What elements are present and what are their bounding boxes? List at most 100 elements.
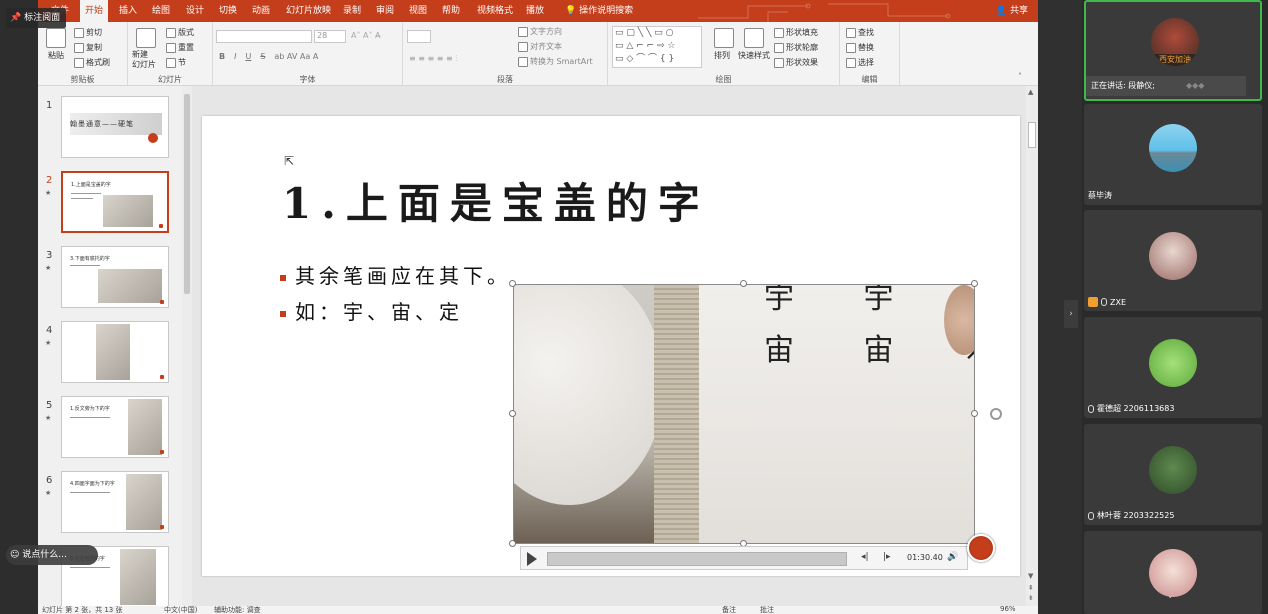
tab-help[interactable]: 帮助 xyxy=(437,0,465,22)
tell-me-search[interactable]: 💡 操作说明搜索 xyxy=(560,0,638,22)
reset-button[interactable]: 重置 xyxy=(166,42,194,53)
shapes-gallery[interactable]: ▭ ▢ ╲ ╲ ▭ ○ ▭ △ ⌐ ⌐ ⇨ ☆ ▭ ◇ ⌒ ⌒ { } xyxy=(612,26,702,68)
slide-title[interactable]: 1.上面是宝盖的字 xyxy=(282,170,710,231)
replace-button[interactable]: 替换 xyxy=(846,42,874,53)
layout-button[interactable]: 版式 xyxy=(166,27,194,38)
slide-thumbnail[interactable]: 3.下面有底托的字 xyxy=(61,246,169,308)
font-size-dropdown[interactable]: 28 xyxy=(314,30,346,43)
new-slide-button[interactable]: 新建 幻灯片 xyxy=(132,50,156,70)
bullets-dropdown[interactable] xyxy=(407,30,431,43)
thumbnail-row-5[interactable]: 5 ★ 1.反文旁为下的字 xyxy=(38,396,184,462)
arrange-icon[interactable] xyxy=(714,28,734,48)
participant-tile[interactable]: ZXE xyxy=(1084,210,1262,311)
thumbnail-row-3[interactable]: 3 ★ 3.下面有底托的字 xyxy=(38,246,184,312)
thumbnail-row-6[interactable]: 6 ★ 4.四面字面为下的字 xyxy=(38,471,184,537)
tab-playback[interactable]: 播放 xyxy=(521,0,549,22)
comments-button[interactable]: 批注 xyxy=(760,605,774,614)
participant-tile[interactable]: 蔡毕涛 xyxy=(1084,104,1262,205)
collapse-panel-icon[interactable]: › xyxy=(1064,300,1078,328)
prev-slide-icon[interactable]: ⇞ xyxy=(1028,584,1034,592)
thumbnail-row-4[interactable]: 4 ★ xyxy=(38,321,184,387)
arrange-button[interactable]: 排列 xyxy=(714,50,730,61)
step-back-icon[interactable]: ◂| xyxy=(861,552,869,562)
cut-button[interactable]: 剪切 xyxy=(74,27,102,38)
tab-review[interactable]: 审阅 xyxy=(371,0,399,22)
format-painter-button[interactable]: 格式刷 xyxy=(74,57,110,68)
tab-video-format[interactable]: 视频格式 xyxy=(472,0,518,22)
collapse-ribbon-button[interactable]: ˄ xyxy=(1018,72,1022,81)
participant-tile[interactable]: 林叶蓉 2203322525 xyxy=(1084,424,1262,525)
participant-tile[interactable] xyxy=(1084,531,1262,614)
slide-thumbnail[interactable]: 翰墨通意——硬笔 xyxy=(61,96,169,158)
slide-canvas[interactable]: ⇱ 1.上面是宝盖的字 其余笔画应在其下。 如：宇、宙、定 宇 宇 × 宙 宙 … xyxy=(202,116,1020,576)
align-text-button[interactable]: 对齐文本 xyxy=(518,41,562,52)
scroll-up-icon[interactable]: ▲ xyxy=(1028,88,1033,96)
video-frame[interactable]: 宇 宇 × 宙 宙 × xyxy=(513,284,975,544)
text-direction-button[interactable]: 文字方向 xyxy=(518,26,562,37)
thumbnail-scrollbar[interactable] xyxy=(182,86,192,606)
scrollbar-thumb[interactable] xyxy=(1028,122,1036,148)
shape-fill-button[interactable]: 形状填充 xyxy=(774,27,818,38)
tab-transitions[interactable]: 切换 xyxy=(214,0,242,22)
language[interactable]: 中文(中国) xyxy=(164,605,197,614)
slide-thumbnail[interactable]: 1.反文旁为下的字 xyxy=(61,396,169,458)
section-button[interactable]: 节 xyxy=(166,57,186,68)
slide-thumbnail-selected[interactable]: 1.上面是宝盖的字 xyxy=(61,171,169,233)
slide-thumbnail[interactable]: 4.四面字面为下的字 xyxy=(61,471,169,533)
thumbnail-row-1[interactable]: 1 翰墨通意——硬笔 xyxy=(38,96,184,162)
tab-record[interactable]: 录制 xyxy=(338,0,366,22)
tab-insert[interactable]: 插入 xyxy=(114,0,142,22)
resize-handle-t[interactable] xyxy=(740,280,747,287)
quick-styles-icon[interactable] xyxy=(744,28,764,48)
notes-button[interactable]: 备注 xyxy=(722,605,736,614)
participant-tile[interactable]: 西安加油 正在讲话: 段静仪; ◆◆◆ xyxy=(1084,0,1262,101)
chat-input-overlay[interactable]: ☺ 说点什么... xyxy=(6,545,98,565)
scrollbar-thumb[interactable] xyxy=(184,94,190,294)
new-slide-icon[interactable] xyxy=(136,28,156,48)
accessibility[interactable]: 辅助功能: 调查 xyxy=(214,605,261,614)
select-button[interactable]: 选择 xyxy=(846,57,874,68)
smartart-button[interactable]: 转换为 SmartArt xyxy=(518,56,593,67)
record-dot-icon xyxy=(159,224,163,228)
editor-scrollbar[interactable]: ▲ ▼ ⇞ ⇟ xyxy=(1026,86,1038,606)
tab-draw[interactable]: 绘图 xyxy=(147,0,175,22)
tab-home[interactable]: 开始 xyxy=(80,0,109,22)
grow-font-button[interactable]: A˄ A˅ A̶ xyxy=(351,31,381,40)
tab-animations[interactable]: 动画 xyxy=(247,0,275,22)
quick-styles-button[interactable]: 快速样式 xyxy=(738,50,770,61)
paste-button[interactable]: 粘贴 xyxy=(48,50,64,61)
video-progress-bar[interactable] xyxy=(547,552,847,566)
bullet-2[interactable]: 如：宇、宙、定 xyxy=(280,296,463,325)
font-style-buttons[interactable]: B I U Sab AV Aa A xyxy=(219,52,318,61)
alignment-buttons[interactable]: ≡ ≡ ≡ ≡ ≡ ⫶ xyxy=(409,54,457,64)
resize-handle-tr[interactable] xyxy=(971,280,978,287)
scroll-down-icon[interactable]: ▼ xyxy=(1028,572,1033,580)
shape-effects-button[interactable]: 形状效果 xyxy=(774,57,818,68)
zoom-level[interactable]: 96% xyxy=(1000,605,1016,613)
slide-thumbnail[interactable] xyxy=(61,321,169,383)
resize-handle-r[interactable] xyxy=(971,410,978,417)
next-slide-icon[interactable]: ⇟ xyxy=(1028,594,1034,602)
resize-handle-bl[interactable] xyxy=(509,540,516,547)
pin-overlay[interactable]: 📌 标注阅面 xyxy=(6,8,67,28)
bullet-1[interactable]: 其余笔画应在其下。 xyxy=(280,260,511,289)
volume-icon[interactable]: 🔊 xyxy=(947,552,958,562)
resize-handle-l[interactable] xyxy=(509,410,516,417)
font-name-dropdown[interactable] xyxy=(216,30,312,43)
tab-view[interactable]: 视图 xyxy=(404,0,432,22)
step-forward-icon[interactable]: |▸ xyxy=(883,552,891,562)
share-button[interactable]: 👤 共享 xyxy=(996,0,1028,22)
participant-tile[interactable]: 霍德超 2206113683 xyxy=(1084,317,1262,418)
play-icon[interactable] xyxy=(527,552,537,566)
scroll-down-chevron-icon[interactable]: ˅ xyxy=(1168,596,1173,606)
copy-button[interactable]: 复制 xyxy=(74,42,102,53)
tab-design[interactable]: 设计 xyxy=(181,0,209,22)
paste-icon[interactable] xyxy=(46,28,66,48)
record-icon[interactable] xyxy=(967,534,995,562)
shape-outline-button[interactable]: 形状轮廓 xyxy=(774,42,818,53)
resize-handle-tl[interactable] xyxy=(509,280,516,287)
find-button[interactable]: 查找 xyxy=(846,27,874,38)
tab-slideshow[interactable]: 幻灯片放映 xyxy=(281,0,336,22)
thumbnail-row-2[interactable]: 2 ★ 1.上面是宝盖的字 xyxy=(38,171,184,237)
rotate-handle-icon[interactable] xyxy=(990,408,1002,420)
